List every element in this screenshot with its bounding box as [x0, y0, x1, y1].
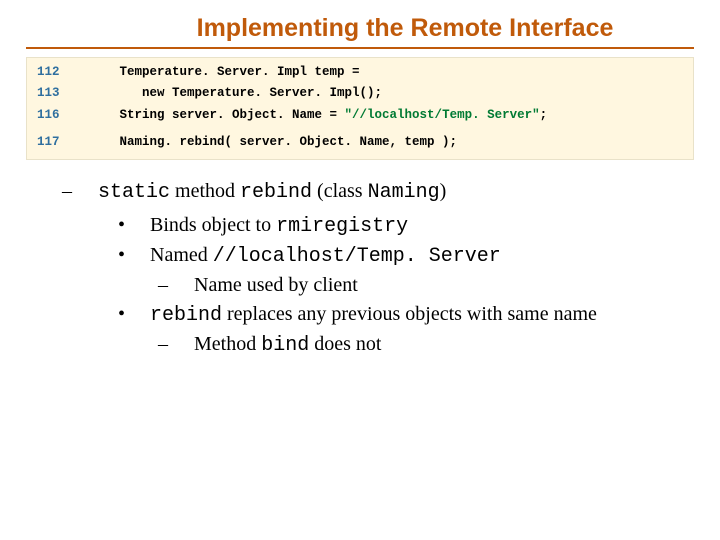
line-number: 112 — [37, 62, 97, 83]
inline-code: static — [98, 181, 170, 204]
inline-code: //localhost/Temp. Server — [213, 245, 501, 268]
bullet-level2: •rebind replaces any previous objects wi… — [134, 301, 694, 329]
text-fragment: Binds object to — [150, 214, 276, 236]
line-number: 117 — [37, 132, 97, 153]
text-fragment: (class — [312, 180, 368, 202]
inline-code: rebind — [240, 181, 312, 204]
code-text: String server. Object. Name = "//localho… — [97, 105, 683, 126]
text-fragment: Method — [194, 333, 261, 355]
code-text: new Temperature. Server. Impl(); — [97, 83, 683, 104]
bullet-icon: • — [134, 301, 150, 328]
title-underline — [26, 47, 694, 49]
dash-icon: – — [176, 272, 194, 299]
text-fragment: Named — [150, 244, 213, 266]
text-fragment: ) — [440, 180, 447, 202]
inline-code: Naming — [368, 181, 440, 204]
bullet-level3: –Method bind does not — [176, 331, 694, 359]
code-fragment: ; — [540, 108, 548, 122]
code-text: Temperature. Server. Impl temp = — [97, 62, 683, 83]
dash-icon: – — [176, 331, 194, 358]
line-number: 116 — [37, 105, 97, 126]
text-fragment: replaces any previous objects with same … — [222, 303, 597, 325]
bullet-icon: • — [134, 212, 150, 239]
code-line: 113 new Temperature. Server. Impl(); — [37, 83, 683, 104]
text-fragment: Name used by client — [194, 274, 358, 296]
text-fragment: method — [170, 180, 240, 202]
bullet-icon: • — [134, 242, 150, 269]
string-literal: "//localhost/Temp. Server" — [345, 108, 540, 122]
code-line: 117 Naming. rebind( server. Object. Name… — [37, 132, 683, 153]
code-block: 112 Temperature. Server. Impl temp = 113… — [26, 57, 694, 160]
code-line: 116 String server. Object. Name = "//loc… — [37, 105, 683, 126]
slide: Implementing the Remote Interface 112 Te… — [0, 0, 720, 540]
bullet-level3: –Name used by client — [176, 272, 694, 299]
page-title: Implementing the Remote Interface — [26, 14, 694, 43]
inline-code: bind — [261, 334, 309, 357]
dash-icon: – — [80, 178, 98, 205]
code-line: 112 Temperature. Server. Impl temp = — [37, 62, 683, 83]
text-fragment: does not — [309, 333, 381, 355]
bullet-level1: –static method rebind (class Naming) — [80, 178, 694, 206]
inline-code: rmiregistry — [276, 215, 408, 238]
code-fragment: String server. Object. Name = — [97, 108, 345, 122]
code-text: Naming. rebind( server. Object. Name, te… — [97, 132, 683, 153]
line-number: 113 — [37, 83, 97, 104]
inline-code: rebind — [150, 304, 222, 327]
bullet-level2: •Binds object to rmiregistry — [134, 212, 694, 240]
bullet-level2: •Named //localhost/Temp. Server — [134, 242, 694, 270]
bullet-body: –static method rebind (class Naming) •Bi… — [26, 178, 694, 359]
